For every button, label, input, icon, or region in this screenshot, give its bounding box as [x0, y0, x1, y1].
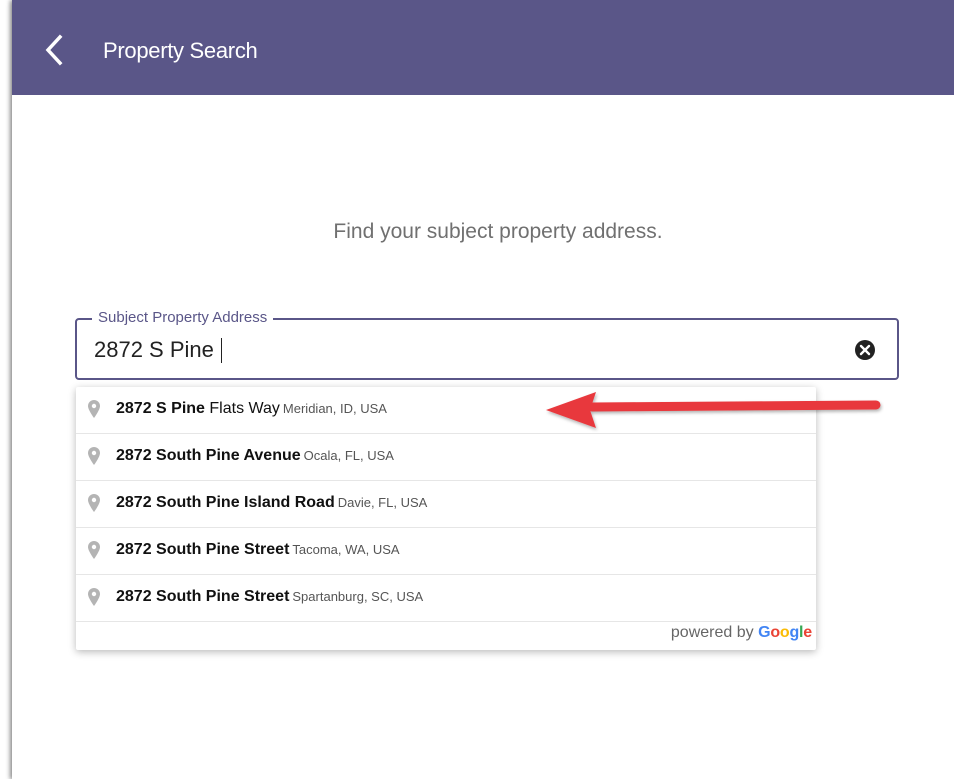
suggestion-main-match: 2872 S Pine — [116, 400, 205, 417]
suggestion-text: 2872 South Pine Avenue Ocala, FL, USA — [116, 447, 394, 465]
suggestion-secondary: Meridian, ID, USA — [282, 401, 387, 416]
suggestion-main-match: 2872 South Pine Street — [116, 588, 290, 605]
suggestion-item[interactable]: 2872 South Pine Street Spartanburg, SC, U… — [76, 575, 816, 622]
suggestion-main-match: 2872 South Pine Avenue — [116, 447, 301, 464]
suggestion-main-match: 2872 South Pine Island Road — [116, 494, 335, 511]
suggestion-main: 2872 South Pine Avenue — [116, 447, 301, 464]
map-pin-icon — [88, 541, 100, 559]
powered-by-google: powered by Google — [76, 622, 816, 650]
address-field-label: Subject Property Address — [92, 309, 274, 326]
suggestion-main: 2872 South Pine Street — [116, 541, 289, 558]
map-pin-icon — [88, 494, 100, 512]
suggestion-item[interactable]: 2872 South Pine Street Tacoma, WA, USA — [76, 528, 816, 575]
google-logo-letter: g — [789, 624, 800, 641]
text-caret — [221, 338, 222, 363]
map-pin-icon — [88, 400, 100, 418]
google-logo-letter: G — [758, 624, 771, 641]
google-logo-letter: o — [770, 624, 780, 641]
suggestion-main: 2872 S Pine Flats Way — [116, 400, 280, 417]
suggestion-main-rest: Flats Way — [204, 400, 280, 417]
clear-circle-icon — [855, 340, 875, 360]
map-pin-icon — [88, 588, 100, 606]
suggestion-text: 2872 S Pine Flats Way Meridian, ID, USA — [116, 400, 387, 418]
suggestion-text: 2872 South Pine Street Spartanburg, SC, U… — [116, 588, 423, 606]
page-title: Property Search — [103, 38, 258, 63]
suggestion-main-match: 2872 South Pine Street — [116, 541, 290, 558]
suggestion-main: 2872 South Pine Street — [116, 588, 289, 605]
suggestion-secondary: Ocala, FL, USA — [303, 448, 394, 463]
powered-by-label: powered by — [670, 624, 754, 641]
autocomplete-dropdown: 2872 S Pine Flats Way Meridian, ID, USA 28… — [76, 387, 816, 650]
suggestion-item[interactable]: 2872 South Pine Avenue Ocala, FL, USA — [76, 434, 816, 481]
clear-button[interactable] — [854, 339, 876, 361]
suggestion-item[interactable]: 2872 S Pine Flats Way Meridian, ID, USA — [76, 387, 816, 434]
map-pin-icon — [88, 447, 100, 465]
address-field[interactable]: Subject Property Address — [75, 309, 899, 380]
suggestion-secondary: Tacoma, WA, USA — [292, 542, 400, 557]
suggestion-secondary: Davie, FL, USA — [337, 495, 428, 510]
suggestion-item[interactable]: 2872 South Pine Island Road Davie, FL, US… — [76, 481, 816, 528]
search-prompt: Find your subject property address. — [333, 220, 663, 243]
chevron-left-icon — [45, 34, 63, 66]
suggestion-text: 2872 South Pine Street Tacoma, WA, USA — [116, 541, 400, 559]
google-logo-letter: e — [803, 624, 812, 641]
google-logo: Google — [758, 624, 812, 641]
app-header: Property Search — [12, 0, 954, 95]
address-input[interactable] — [94, 337, 794, 363]
suggestion-text: 2872 South Pine Island Road Davie, FL, US… — [116, 494, 427, 512]
app-window: Property Search Find your subject proper… — [12, 0, 954, 779]
suggestion-secondary: Spartanburg, SC, USA — [292, 589, 424, 604]
suggestion-main: 2872 South Pine Island Road — [116, 494, 335, 511]
back-button[interactable] — [40, 32, 70, 68]
